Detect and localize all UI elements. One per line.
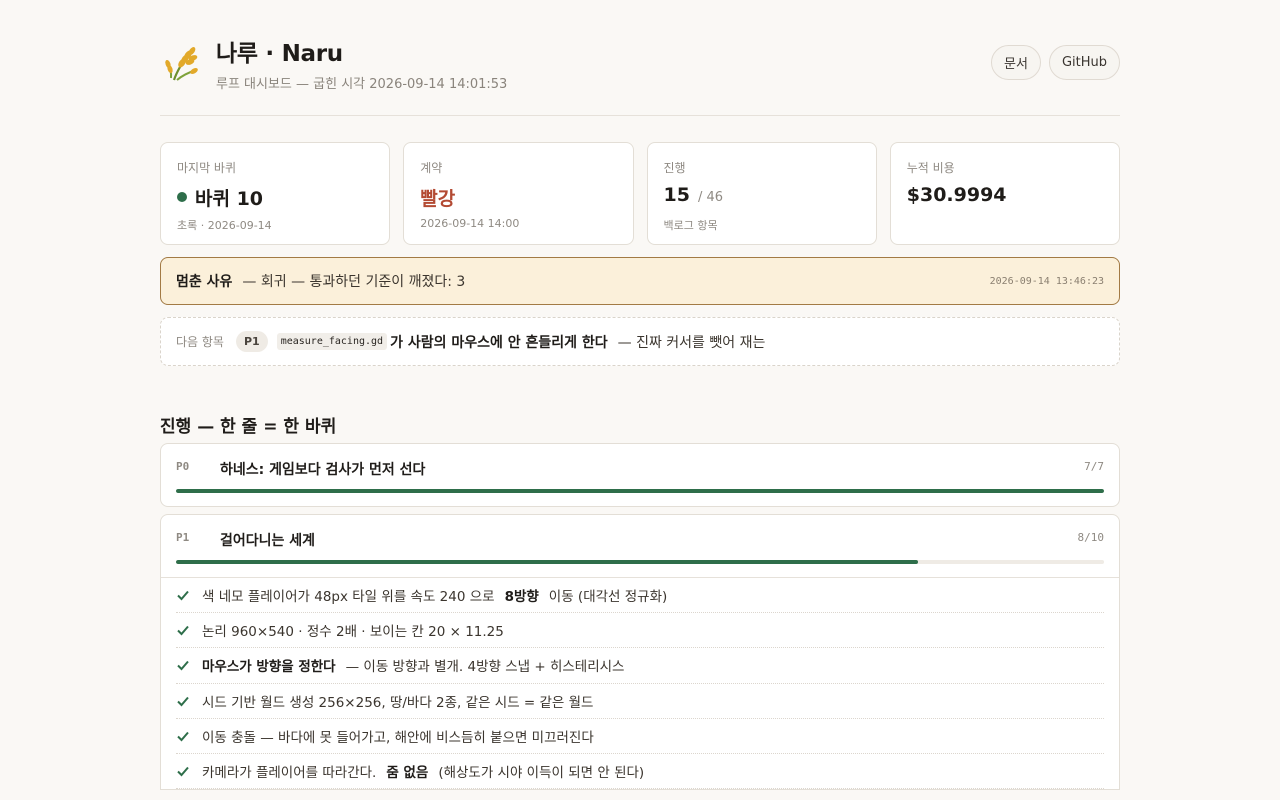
check-icon [177,696,189,707]
check-icon [177,590,189,601]
check-icon [177,661,189,671]
phase-tag: P0 [176,460,190,473]
progress-bar-fill [176,489,1104,493]
phase-count: 7/7 [1084,460,1104,473]
card-sub: 2026-09-14 14:00 [420,217,520,230]
next-item-banner: 다음 항목 P1 measure_facing.gd 가 사람의 마우스에 안 … [160,317,1120,366]
phase-header[interactable]: P1 걸어다니는 세계 8/10 [161,515,1119,577]
check-icon [177,731,189,742]
check-icon [177,766,189,777]
next-description: — 진짜 커서를 뺏어 재는 [617,334,766,351]
task-text: 카메라가 플레이어를 따라간다. [202,765,377,782]
card-label: 진행 [663,161,686,175]
card-label: 계약 [420,161,443,175]
header-actions: 문서 GitHub [991,45,1120,80]
card-label: 마지막 바퀴 [177,161,237,175]
github-button[interactable]: GitHub [1048,45,1120,80]
page-title: 나루 · Naru [216,41,343,67]
card-value: 15 / 46 [664,184,860,210]
progress-bar [176,560,1104,564]
page-header: 나루 · Naru 루프 대시보드 — 굽힌 시각 2026-09-14 14:… [160,0,1120,116]
progress-total: / 46 [697,190,724,205]
last-wheel-card: 마지막 바퀴 바퀴 10 초록 · 2026-09-14 [160,142,391,245]
page-subtitle: 루프 대시보드 — 굽힌 시각 2026-09-14 14:01:53 [216,77,508,92]
status-dot-icon [177,192,187,202]
rice-plant-icon [165,47,198,81]
stop-reason-banner: 멈춘 사유 — 회귀 — 통과하던 기준이 깨졌다: 3 2026-09-14 … [160,257,1120,305]
task-text: 시드 기반 월드 생성 256×256, 땅/바다 2종, 같은 시드 = 같은… [202,694,594,711]
task-item: 색 네모 플레이어가 48px 타일 위를 속도 240 으로 8방향 이동 (… [176,578,1104,614]
dashboard: 나루 · Naru 루프 대시보드 — 굽힌 시각 2026-09-14 14:… [160,0,1120,791]
task-list: 색 네모 플레이어가 48px 타일 위를 속도 240 으로 8방향 이동 (… [161,577,1119,790]
stop-label: 멈춘 사유 [176,274,233,290]
card-label: 누적 비용 [906,161,955,175]
task-item: 논리 960×540 · 정수 2배 · 보이는 칸 20 × 11.25 [176,613,1104,649]
task-text: (해상도가 시야 이득이 되면 안 된다) [438,765,645,782]
check-icon [177,626,189,636]
next-title: 가 사람의 마우스에 안 흔들리게 한다 [390,334,608,351]
task-item: 이동 충돌 — 바다에 못 들어가고, 해안에 비스듬히 붙으면 미끄러진다 [176,719,1104,754]
progress-bar-fill [176,560,919,564]
code-snippet: measure_facing.gd [276,333,388,350]
task-emphasis: 8방향 [504,589,539,606]
card-sub: 초록 · 2026-09-14 [177,219,272,232]
cost-card: 누적 비용 $30.9994 [889,142,1120,245]
task-text: 이동 (대각선 정규화) [548,589,668,606]
next-label: 다음 항목 [176,335,224,349]
stop-text: — 회귀 — 통과하던 기준이 깨졌다: 3 [242,274,466,290]
progress-bar [176,489,1104,493]
phase-header[interactable]: P0 하네스: 게임보다 검사가 먼저 선다 7/7 [161,444,1119,506]
progress-done: 15 [663,184,690,206]
cost-value: $30.9994 [906,184,1007,206]
task-text: — 이동 방향과 별개. 4방향 스냅 + 히스테리시스 [345,659,625,676]
task-text: 논리 960×540 · 정수 2배 · 보이는 칸 20 × 11.25 [202,624,504,641]
task-item: 마우스가 방향을 정한다 — 이동 방향과 별개. 4방향 스냅 + 히스테리시… [176,648,1104,684]
contract-value: 빨강 [420,188,456,210]
phase-card-p0[interactable]: P0 하네스: 게임보다 검사가 먼저 선다 7/7 [160,443,1120,507]
stat-cards: 마지막 바퀴 바퀴 10 초록 · 2026-09-14 계약 빨강 2026-… [160,142,1120,245]
contract-card: 계약 빨강 2026-09-14 14:00 [403,142,634,245]
task-item: 카메라가 플레이어를 따라간다. 줌 없음 (해상도가 시야 이득이 되면 안 … [176,754,1104,790]
task-emphasis: 마우스가 방향을 정한다 [202,659,336,676]
phase-tag: P1 [176,531,190,544]
docs-button[interactable]: 문서 [991,45,1041,80]
phase-name: 하네스: 게임보다 검사가 먼저 선다 [220,462,426,478]
task-emphasis: 줌 없음 [386,765,429,782]
phase-card-p1[interactable]: P1 걸어다니는 세계 8/10 색 네모 플레이어가 48px 타일 위를 속… [160,514,1120,791]
phase-name: 걸어다니는 세계 [220,533,316,549]
priority-badge: P1 [235,331,268,352]
phase-count: 8/10 [1077,531,1105,544]
stop-time: 2026-09-14 13:46:23 [989,275,1104,287]
task-item: 시드 기반 월드 생성 256×256, 땅/바다 2종, 같은 시드 = 같은… [176,684,1104,719]
progress-card: 진행 15 / 46 백로그 항목 [646,142,877,245]
card-value: 바퀴 10 [177,184,373,210]
task-text: 이동 충돌 — 바다에 못 들어가고, 해안에 비스듬히 붙으면 미끄러진다 [202,729,594,746]
section-title: 진행 — 한 줄 = 한 바퀴 [160,417,337,437]
task-text: 색 네모 플레이어가 48px 타일 위를 속도 240 으로 [202,589,495,606]
last-wheel-value: 바퀴 10 [195,188,264,210]
card-sub: 백로그 항목 [663,219,718,232]
